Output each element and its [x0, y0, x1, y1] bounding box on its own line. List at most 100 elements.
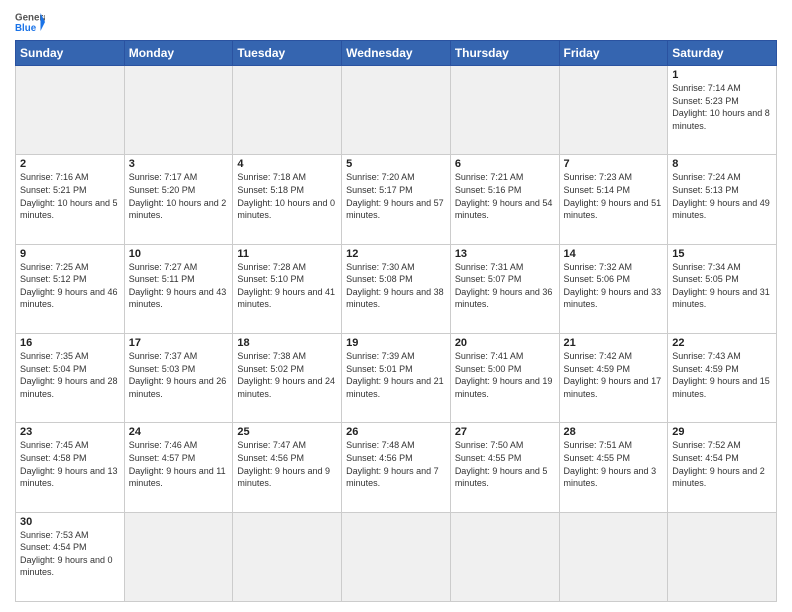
week-row-5: 30Sunrise: 7:53 AM Sunset: 4:54 PM Dayli… — [16, 512, 777, 601]
calendar-cell — [450, 66, 559, 155]
calendar-cell: 24Sunrise: 7:46 AM Sunset: 4:57 PM Dayli… — [124, 423, 233, 512]
calendar-cell: 27Sunrise: 7:50 AM Sunset: 4:55 PM Dayli… — [450, 423, 559, 512]
calendar-cell: 23Sunrise: 7:45 AM Sunset: 4:58 PM Dayli… — [16, 423, 125, 512]
calendar-cell: 19Sunrise: 7:39 AM Sunset: 5:01 PM Dayli… — [342, 333, 451, 422]
day-number: 8 — [672, 158, 772, 170]
day-number: 27 — [455, 426, 555, 438]
day-info: Sunrise: 7:30 AM Sunset: 5:08 PM Dayligh… — [346, 261, 446, 311]
day-info: Sunrise: 7:43 AM Sunset: 4:59 PM Dayligh… — [672, 350, 772, 400]
day-info: Sunrise: 7:17 AM Sunset: 5:20 PM Dayligh… — [129, 171, 229, 221]
day-number: 5 — [346, 158, 446, 170]
day-number: 9 — [20, 248, 120, 260]
calendar-cell: 26Sunrise: 7:48 AM Sunset: 4:56 PM Dayli… — [342, 423, 451, 512]
day-info: Sunrise: 7:34 AM Sunset: 5:05 PM Dayligh… — [672, 261, 772, 311]
calendar-cell: 28Sunrise: 7:51 AM Sunset: 4:55 PM Dayli… — [559, 423, 668, 512]
week-row-1: 2Sunrise: 7:16 AM Sunset: 5:21 PM Daylig… — [16, 155, 777, 244]
calendar-cell — [16, 66, 125, 155]
calendar-cell — [559, 512, 668, 601]
calendar-cell: 22Sunrise: 7:43 AM Sunset: 4:59 PM Dayli… — [668, 333, 777, 422]
calendar-cell: 5Sunrise: 7:20 AM Sunset: 5:17 PM Daylig… — [342, 155, 451, 244]
day-number: 11 — [237, 248, 337, 260]
day-number: 17 — [129, 337, 229, 349]
day-number: 18 — [237, 337, 337, 349]
day-info: Sunrise: 7:51 AM Sunset: 4:55 PM Dayligh… — [564, 439, 664, 489]
calendar-cell — [559, 66, 668, 155]
day-number: 30 — [20, 516, 120, 528]
day-number: 1 — [672, 69, 772, 81]
day-header-tuesday: Tuesday — [233, 41, 342, 66]
day-info: Sunrise: 7:28 AM Sunset: 5:10 PM Dayligh… — [237, 261, 337, 311]
day-number: 19 — [346, 337, 446, 349]
calendar-cell: 8Sunrise: 7:24 AM Sunset: 5:13 PM Daylig… — [668, 155, 777, 244]
day-info: Sunrise: 7:48 AM Sunset: 4:56 PM Dayligh… — [346, 439, 446, 489]
day-info: Sunrise: 7:21 AM Sunset: 5:16 PM Dayligh… — [455, 171, 555, 221]
day-info: Sunrise: 7:52 AM Sunset: 4:54 PM Dayligh… — [672, 439, 772, 489]
day-info: Sunrise: 7:24 AM Sunset: 5:13 PM Dayligh… — [672, 171, 772, 221]
calendar-cell: 10Sunrise: 7:27 AM Sunset: 5:11 PM Dayli… — [124, 244, 233, 333]
week-row-0: 1Sunrise: 7:14 AM Sunset: 5:23 PM Daylig… — [16, 66, 777, 155]
day-number: 25 — [237, 426, 337, 438]
day-info: Sunrise: 7:38 AM Sunset: 5:02 PM Dayligh… — [237, 350, 337, 400]
logo: General Blue — [15, 10, 45, 34]
day-info: Sunrise: 7:37 AM Sunset: 5:03 PM Dayligh… — [129, 350, 229, 400]
calendar-cell: 16Sunrise: 7:35 AM Sunset: 5:04 PM Dayli… — [16, 333, 125, 422]
day-number: 12 — [346, 248, 446, 260]
day-info: Sunrise: 7:39 AM Sunset: 5:01 PM Dayligh… — [346, 350, 446, 400]
day-number: 4 — [237, 158, 337, 170]
calendar-cell: 30Sunrise: 7:53 AM Sunset: 4:54 PM Dayli… — [16, 512, 125, 601]
day-info: Sunrise: 7:16 AM Sunset: 5:21 PM Dayligh… — [20, 171, 120, 221]
page-header: General Blue — [15, 10, 777, 34]
calendar-cell: 12Sunrise: 7:30 AM Sunset: 5:08 PM Dayli… — [342, 244, 451, 333]
day-number: 24 — [129, 426, 229, 438]
day-number: 3 — [129, 158, 229, 170]
calendar-cell — [342, 512, 451, 601]
calendar-cell: 17Sunrise: 7:37 AM Sunset: 5:03 PM Dayli… — [124, 333, 233, 422]
day-info: Sunrise: 7:42 AM Sunset: 4:59 PM Dayligh… — [564, 350, 664, 400]
calendar-cell: 6Sunrise: 7:21 AM Sunset: 5:16 PM Daylig… — [450, 155, 559, 244]
calendar-table: SundayMondayTuesdayWednesdayThursdayFrid… — [15, 40, 777, 602]
day-info: Sunrise: 7:20 AM Sunset: 5:17 PM Dayligh… — [346, 171, 446, 221]
week-row-4: 23Sunrise: 7:45 AM Sunset: 4:58 PM Dayli… — [16, 423, 777, 512]
calendar-cell: 4Sunrise: 7:18 AM Sunset: 5:18 PM Daylig… — [233, 155, 342, 244]
day-number: 21 — [564, 337, 664, 349]
calendar-cell — [342, 66, 451, 155]
calendar-cell: 21Sunrise: 7:42 AM Sunset: 4:59 PM Dayli… — [559, 333, 668, 422]
calendar-cell: 14Sunrise: 7:32 AM Sunset: 5:06 PM Dayli… — [559, 244, 668, 333]
day-info: Sunrise: 7:53 AM Sunset: 4:54 PM Dayligh… — [20, 529, 120, 579]
day-info: Sunrise: 7:31 AM Sunset: 5:07 PM Dayligh… — [455, 261, 555, 311]
calendar-cell — [668, 512, 777, 601]
svg-text:Blue: Blue — [15, 23, 37, 34]
calendar-cell: 3Sunrise: 7:17 AM Sunset: 5:20 PM Daylig… — [124, 155, 233, 244]
day-number: 7 — [564, 158, 664, 170]
calendar-cell: 9Sunrise: 7:25 AM Sunset: 5:12 PM Daylig… — [16, 244, 125, 333]
day-info: Sunrise: 7:14 AM Sunset: 5:23 PM Dayligh… — [672, 82, 772, 132]
day-info: Sunrise: 7:25 AM Sunset: 5:12 PM Dayligh… — [20, 261, 120, 311]
day-info: Sunrise: 7:47 AM Sunset: 4:56 PM Dayligh… — [237, 439, 337, 489]
day-number: 2 — [20, 158, 120, 170]
calendar-cell: 29Sunrise: 7:52 AM Sunset: 4:54 PM Dayli… — [668, 423, 777, 512]
day-number: 10 — [129, 248, 229, 260]
day-info: Sunrise: 7:45 AM Sunset: 4:58 PM Dayligh… — [20, 439, 120, 489]
week-row-2: 9Sunrise: 7:25 AM Sunset: 5:12 PM Daylig… — [16, 244, 777, 333]
calendar-cell: 20Sunrise: 7:41 AM Sunset: 5:00 PM Dayli… — [450, 333, 559, 422]
calendar-cell — [124, 66, 233, 155]
calendar-cell: 18Sunrise: 7:38 AM Sunset: 5:02 PM Dayli… — [233, 333, 342, 422]
calendar-cell: 7Sunrise: 7:23 AM Sunset: 5:14 PM Daylig… — [559, 155, 668, 244]
calendar-cell — [124, 512, 233, 601]
day-info: Sunrise: 7:35 AM Sunset: 5:04 PM Dayligh… — [20, 350, 120, 400]
calendar-cell: 15Sunrise: 7:34 AM Sunset: 5:05 PM Dayli… — [668, 244, 777, 333]
day-number: 23 — [20, 426, 120, 438]
calendar-cell — [233, 66, 342, 155]
day-info: Sunrise: 7:27 AM Sunset: 5:11 PM Dayligh… — [129, 261, 229, 311]
day-number: 6 — [455, 158, 555, 170]
day-info: Sunrise: 7:46 AM Sunset: 4:57 PM Dayligh… — [129, 439, 229, 489]
calendar-cell: 2Sunrise: 7:16 AM Sunset: 5:21 PM Daylig… — [16, 155, 125, 244]
days-header-row: SundayMondayTuesdayWednesdayThursdayFrid… — [16, 41, 777, 66]
day-info: Sunrise: 7:50 AM Sunset: 4:55 PM Dayligh… — [455, 439, 555, 489]
day-number: 22 — [672, 337, 772, 349]
day-header-monday: Monday — [124, 41, 233, 66]
day-info: Sunrise: 7:23 AM Sunset: 5:14 PM Dayligh… — [564, 171, 664, 221]
day-number: 20 — [455, 337, 555, 349]
calendar-cell: 13Sunrise: 7:31 AM Sunset: 5:07 PM Dayli… — [450, 244, 559, 333]
day-info: Sunrise: 7:18 AM Sunset: 5:18 PM Dayligh… — [237, 171, 337, 221]
